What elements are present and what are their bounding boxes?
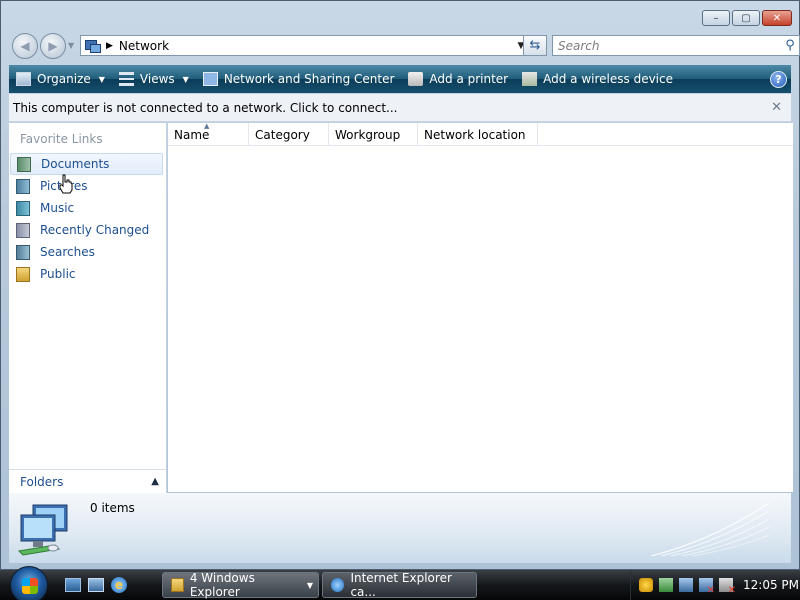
folders-toggle[interactable]: Folders ▲ <box>9 469 167 493</box>
sort-ascending-icon: ▲ <box>204 122 210 130</box>
chevron-down-icon: ▼ <box>182 74 189 84</box>
column-header-label: Workgroup <box>335 127 401 142</box>
folders-label: Folders <box>20 474 64 489</box>
chevron-down-icon: ▼ <box>98 74 105 84</box>
recent-pages-dropdown[interactable]: ▼ <box>68 41 74 50</box>
favorite-link-label: Music <box>40 201 75 215</box>
wireless-device-icon <box>522 72 538 86</box>
task-label: Internet Explorer ca... <box>350 571 452 599</box>
add-printer-button[interactable]: Add a printer <box>401 65 515 93</box>
network-sharing-center-label: Network and Sharing Center <box>223 72 395 86</box>
notification-area: 12:05 PM <box>630 570 800 600</box>
minimize-button[interactable]: – <box>702 10 730 26</box>
switch-windows-icon[interactable] <box>88 578 104 592</box>
network-computers-icon <box>17 504 68 556</box>
hand-cursor-icon <box>59 174 73 194</box>
address-bar[interactable]: ▶ Network ▼ <box>80 35 530 56</box>
back-button[interactable]: ◀ <box>12 33 38 59</box>
public-folder-icon <box>16 266 30 282</box>
file-list[interactable]: ▲ Name Category Workgroup Network locati… <box>168 122 793 492</box>
search-icon[interactable]: ⚲ <box>781 38 799 53</box>
column-header-label: Category <box>255 127 310 142</box>
clock[interactable]: 12:05 PM <box>743 578 799 592</box>
favorite-link-label: Searches <box>40 245 95 259</box>
add-printer-label: Add a printer <box>429 72 509 86</box>
favorite-links-list: Documents Pictures Music Recently Change… <box>10 153 163 285</box>
show-desktop-icon[interactable] <box>65 578 81 592</box>
internet-explorer-icon <box>331 578 345 592</box>
navigation-row: ◀ ▶ ▼ ▶ Network ▼ ⇆ Search ⚲ <box>10 33 800 59</box>
recently-changed-icon <box>16 222 30 238</box>
search-input[interactable]: Search <box>553 39 781 53</box>
taskbar: e 4 Windows Explorer ▼ Internet Explorer… <box>0 566 800 600</box>
start-button[interactable] <box>10 566 48 600</box>
network-sharing-center-icon <box>202 72 218 86</box>
navigation-pane: Favorite Links Documents Pictures Music … <box>9 123 167 492</box>
views-button[interactable]: Views ▼ <box>112 65 196 93</box>
forward-button[interactable]: ▶ <box>40 33 66 59</box>
documents-icon <box>17 156 31 172</box>
favorite-link-label: Recently Changed <box>40 223 150 237</box>
breadcrumb-chevron-icon[interactable]: ▶ <box>106 41 113 51</box>
security-alert-icon[interactable] <box>639 578 653 592</box>
folder-icon <box>171 578 184 592</box>
details-pane: 0 items <box>9 493 791 563</box>
windows-sidebar-icon[interactable] <box>679 578 693 592</box>
maximize-button[interactable]: ▢ <box>732 10 760 26</box>
refresh-button[interactable]: ⇆ <box>523 35 547 56</box>
favorite-link-documents[interactable]: Documents <box>10 153 163 175</box>
close-button[interactable]: ✕ <box>762 10 792 26</box>
infobar-close-icon[interactable]: ✕ <box>771 100 782 115</box>
taskbar-button-internet-explorer[interactable]: Internet Explorer ca... <box>322 571 477 599</box>
column-header-label: Network location <box>424 127 526 142</box>
favorite-links-title: Favorite Links <box>20 132 103 146</box>
searches-icon <box>16 244 30 260</box>
infobar-message[interactable]: This computer is not connected to a netw… <box>13 101 397 115</box>
organize-label: Organize <box>37 72 91 86</box>
favorite-link-label: Documents <box>41 157 110 171</box>
taskbar-button-windows-explorer[interactable]: 4 Windows Explorer ▼ <box>162 571 319 599</box>
caption-buttons: – ▢ ✕ <box>702 10 792 26</box>
favorite-link-music[interactable]: Music <box>10 197 163 219</box>
task-label: 4 Windows Explorer <box>189 571 255 599</box>
add-wireless-device-button[interactable]: Add a wireless device <box>515 65 680 93</box>
volume-muted-icon[interactable] <box>719 578 736 596</box>
decorative-swoosh <box>651 502 770 556</box>
favorite-link-searches[interactable]: Searches <box>10 241 163 263</box>
explorer-window: – ▢ ✕ ◀ ▶ ▼ ▶ Network ▼ ⇆ Search ⚲ Organ… <box>0 0 800 570</box>
chevron-down-icon: ▼ <box>306 580 313 590</box>
search-box[interactable]: Search ⚲ <box>552 35 800 56</box>
favorite-link-pictures[interactable]: Pictures <box>10 175 163 197</box>
column-header-workgroup[interactable]: Workgroup <box>329 123 418 146</box>
column-headers: ▲ Name Category Workgroup Network locati… <box>168 122 793 146</box>
favorite-link-public[interactable]: Public <box>10 263 163 285</box>
network-icon <box>84 39 101 53</box>
chevron-up-icon: ▲ <box>151 476 159 487</box>
column-header-network-location[interactable]: Network location <box>418 123 538 146</box>
views-label: Views <box>139 72 175 86</box>
column-header-name[interactable]: ▲ Name <box>168 122 249 146</box>
command-toolbar: Organize ▼ Views ▼ Network and Sharing C… <box>9 65 791 93</box>
printer-icon <box>408 72 424 86</box>
network-status-icon[interactable] <box>659 578 673 592</box>
help-icon[interactable]: ? <box>770 70 787 88</box>
favorite-link-recently-changed[interactable]: Recently Changed <box>10 219 163 241</box>
favorite-link-label: Public <box>40 267 76 281</box>
network-sharing-center-button[interactable]: Network and Sharing Center <box>196 65 402 93</box>
views-icon <box>118 72 134 86</box>
breadcrumb-network[interactable]: Network <box>119 39 169 53</box>
internet-explorer-quicklaunch-icon[interactable]: e <box>111 577 127 593</box>
music-icon <box>16 200 30 216</box>
organize-button[interactable]: Organize ▼ <box>9 65 112 93</box>
item-count: 0 items <box>90 501 135 515</box>
pictures-icon <box>16 178 30 194</box>
add-wireless-label: Add a wireless device <box>543 72 673 86</box>
information-bar[interactable]: This computer is not connected to a netw… <box>9 94 791 122</box>
column-header-category[interactable]: Category <box>249 123 329 146</box>
organize-icon <box>16 72 31 86</box>
network-disconnected-icon[interactable] <box>699 578 715 596</box>
